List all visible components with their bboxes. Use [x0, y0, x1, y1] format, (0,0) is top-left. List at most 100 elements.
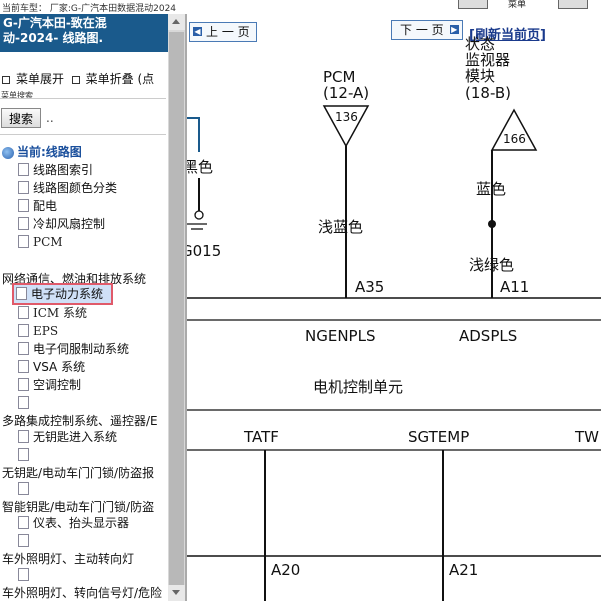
prev-page-button[interactable]: ◀ 上 一 页 [189, 22, 257, 42]
sidebar-scrollbar[interactable] [168, 14, 185, 601]
signal-label: TATF [244, 428, 279, 446]
tree-item[interactable]: 空调控制 [18, 376, 81, 394]
menu-expand-link[interactable]: 菜单展开 [16, 72, 64, 86]
document-icon [18, 199, 29, 212]
tree-item[interactable]: VSA 系统 [18, 358, 85, 376]
document-icon [18, 163, 29, 176]
arrow-right-icon: ▶ [449, 25, 459, 34]
tree-group[interactable]: 智能钥匙/电动车门门锁/防盗 [2, 498, 154, 515]
signal-label: ADSPLS [459, 327, 518, 345]
tree-item[interactable]: 配电 [18, 197, 57, 215]
search-label: 菜单搜索 [1, 91, 33, 100]
monitor-label-line3: 模块 [465, 67, 496, 85]
sidebar-title-line2: 动-2024- 线路图. [3, 31, 104, 45]
menu-label[interactable]: 菜单 [508, 0, 526, 10]
document-icon [18, 217, 29, 230]
document-icon [18, 235, 29, 248]
scroll-up-arrow-icon[interactable] [168, 14, 185, 30]
document-icon [18, 342, 29, 355]
tree-item-label: 冷却风扇控制 [33, 217, 106, 231]
tree-item[interactable] [18, 566, 33, 584]
tree-item[interactable]: 冷却风扇控制 [18, 215, 105, 233]
toolbar-button[interactable] [558, 0, 588, 9]
tree-item[interactable] [18, 532, 33, 550]
tree-item[interactable]: EPS [18, 322, 58, 340]
pcm-pin-label: (12-A) [323, 84, 370, 102]
monitor-label-line1: 状态 [465, 35, 496, 53]
splice-node [488, 220, 496, 228]
sidebar: G-广汽本田-致在混 动-2024- 线路图. 菜单展开 菜单折叠 (点 菜单搜… [0, 14, 168, 601]
tree-group[interactable]: 车外照明灯、转向信号灯/危险 [2, 584, 162, 601]
tree-item[interactable]: 线路图索引 [18, 161, 93, 179]
menu-collapse-link[interactable]: 菜单折叠 (点 [86, 72, 155, 86]
toolbar-button[interactable] [458, 0, 488, 9]
document-icon [18, 360, 29, 373]
expand-icon [2, 75, 10, 84]
document-icon [18, 568, 29, 581]
wire-color-label: 黑色 [187, 158, 214, 176]
search-dots: .. [46, 111, 54, 125]
tree-item[interactable]: ICM 系统 [18, 304, 87, 322]
tree-item[interactable]: 仪表、抬头显示器 [18, 514, 129, 532]
next-page-label: 下 一 页 [400, 23, 444, 37]
vehicle-crumb: 当前车型： 厂家:G-广汽本田数据混动2024 [2, 4, 177, 14]
signal-label: TW [575, 428, 599, 446]
monitor-label-line2: 监视器 [465, 51, 511, 69]
document-icon [18, 534, 29, 547]
sidebar-title-line1: G-广汽本田-致在混 [3, 16, 107, 30]
tree-item-label: PCM [33, 235, 63, 249]
document-icon [18, 378, 29, 391]
tree-group[interactable]: 无钥匙/电动车门门锁/防盗报 [2, 464, 154, 481]
pin-label: A35 [355, 278, 385, 296]
scroll-down-arrow-icon[interactable] [168, 585, 185, 601]
tree-item-label: 仪表、抬头显示器 [33, 516, 130, 530]
next-page-button[interactable]: 下 一 页 ▶ [391, 20, 463, 40]
tree-item-label: ICM 系统 [33, 306, 88, 320]
search-button[interactable]: 搜索 [1, 108, 41, 128]
monitor-pin-label: (18-B) [465, 84, 511, 102]
connector-node [194, 210, 204, 220]
tree-item[interactable] [18, 394, 33, 412]
prev-page-label: 上 一 页 [206, 25, 250, 39]
tree-item-label: 电子动力系统 [31, 287, 104, 301]
top-bar: 当前车型： 厂家:G-广汽本田数据混动2024 菜单 [0, 0, 601, 14]
tree-item[interactable]: PCM [18, 233, 63, 251]
tree-item[interactable]: 线路图颜色分类 [18, 179, 117, 197]
tree-group[interactable]: 车外照明灯、主动转向灯 [2, 550, 134, 567]
pin-label: A11 [500, 278, 530, 296]
wire-color-label: 浅蓝色 [318, 218, 364, 236]
wire-blue-partial [187, 117, 200, 152]
tree-root-icon [2, 146, 14, 159]
tree-item[interactable] [18, 480, 33, 498]
menu-toggle-bar: 菜单展开 菜单折叠 (点 [2, 70, 154, 87]
monitor-triangle-number: 166 [503, 132, 526, 146]
signal-label: SGTEMP [408, 428, 470, 446]
tree-item[interactable] [18, 446, 33, 464]
tree-item[interactable]: 电子伺服制动系统 [18, 340, 129, 358]
scroll-thumb[interactable] [169, 32, 184, 592]
tree-group[interactable]: 多路集成控制系统、遥控器/E [2, 412, 158, 429]
pin-label: A20 [271, 561, 301, 579]
wire-color-label: 蓝色 [476, 180, 507, 198]
tree-item-selected[interactable]: 电子动力系统 [11, 283, 114, 305]
document-icon [18, 324, 29, 337]
document-icon [18, 430, 29, 443]
divider [0, 134, 166, 135]
diagram-pane: ◀ 上 一 页 下 一 页 ▶ [刷新当前页] PCM (12-A) 136 状态 … [187, 14, 601, 601]
pcm-triangle-number: 136 [335, 110, 358, 124]
wiring-diagram [187, 105, 601, 601]
wire-color-label: 浅绿色 [469, 256, 515, 274]
tree-item-label: 线路图索引 [33, 163, 94, 177]
document-icon [18, 482, 29, 495]
tree-root-label: 当前:线路图 [17, 145, 82, 159]
tree-root[interactable]: 当前:线路图 [2, 143, 82, 161]
tree-item-label: VSA 系统 [33, 360, 86, 374]
tree-item-label: 无钥匙进入系统 [33, 430, 118, 444]
search-input[interactable] [0, 98, 166, 99]
sidebar-header: G-广汽本田-致在混 动-2024- 线路图. [0, 14, 168, 52]
arrow-left-icon: ◀ [193, 27, 202, 36]
document-icon [18, 396, 29, 409]
tree-item-label: 线路图颜色分类 [33, 181, 118, 195]
tree-item-label: 配电 [33, 199, 58, 213]
tree-item[interactable]: 无钥匙进入系统 [18, 428, 117, 446]
